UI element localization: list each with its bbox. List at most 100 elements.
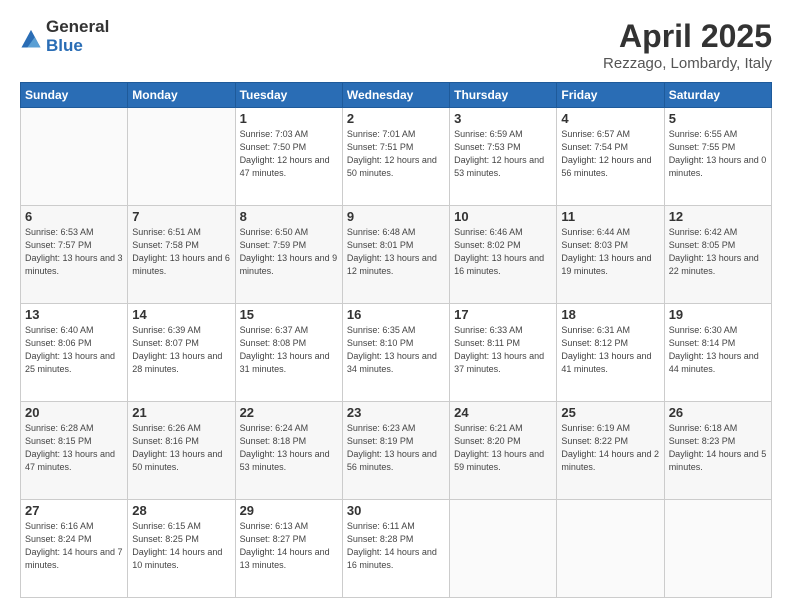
- header-wednesday: Wednesday: [342, 83, 449, 108]
- day-number: 13: [25, 307, 123, 322]
- day-info: Sunrise: 6:48 AM Sunset: 8:01 PM Dayligh…: [347, 226, 445, 278]
- day-info: Sunrise: 6:15 AM Sunset: 8:25 PM Dayligh…: [132, 520, 230, 572]
- calendar-cell: 29 Sunrise: 6:13 AM Sunset: 8:27 PM Dayli…: [235, 500, 342, 598]
- logo-blue-text: Blue: [46, 37, 109, 56]
- header-monday: Monday: [128, 83, 235, 108]
- calendar-cell: 22 Sunrise: 6:24 AM Sunset: 8:18 PM Dayli…: [235, 402, 342, 500]
- header-friday: Friday: [557, 83, 664, 108]
- day-info: Sunrise: 6:26 AM Sunset: 8:16 PM Dayligh…: [132, 422, 230, 474]
- header-sunday: Sunday: [21, 83, 128, 108]
- day-info: Sunrise: 6:11 AM Sunset: 8:28 PM Dayligh…: [347, 520, 445, 572]
- day-number: 20: [25, 405, 123, 420]
- day-info: Sunrise: 6:35 AM Sunset: 8:10 PM Dayligh…: [347, 324, 445, 376]
- day-number: 3: [454, 111, 552, 126]
- day-number: 10: [454, 209, 552, 224]
- calendar-cell: 26Sunrise: 6:18 AM Sunset: 8:23 PM Dayli…: [664, 402, 771, 500]
- day-info: Sunrise: 6:59 AM Sunset: 7:53 PM Dayligh…: [454, 128, 552, 180]
- calendar-week-3: 13Sunrise: 6:40 AM Sunset: 8:06 PM Dayli…: [21, 304, 772, 402]
- day-number: 24: [454, 405, 552, 420]
- day-info: Sunrise: 6:39 AM Sunset: 8:07 PM Dayligh…: [132, 324, 230, 376]
- calendar-cell: 17 Sunrise: 6:33 AM Sunset: 8:11 PM Dayli…: [450, 304, 557, 402]
- calendar-cell: 13Sunrise: 6:40 AM Sunset: 8:06 PM Dayli…: [21, 304, 128, 402]
- header-saturday: Saturday: [664, 83, 771, 108]
- title-block: April 2025 Rezzago, Lombardy, Italy: [603, 18, 772, 72]
- calendar-cell: 25Sunrise: 6:19 AM Sunset: 8:22 PM Dayli…: [557, 402, 664, 500]
- day-number: 18: [561, 307, 659, 322]
- weekday-header-row: Sunday Monday Tuesday Wednesday Thursday…: [21, 83, 772, 108]
- day-info: Sunrise: 6:19 AM Sunset: 8:22 PM Dayligh…: [561, 422, 659, 474]
- calendar-cell: 4 Sunrise: 6:57 AM Sunset: 7:54 PM Daylig…: [557, 108, 664, 206]
- calendar-body: 1 Sunrise: 7:03 AM Sunset: 7:50 PM Daylig…: [21, 108, 772, 598]
- calendar-cell: 3 Sunrise: 6:59 AM Sunset: 7:53 PM Daylig…: [450, 108, 557, 206]
- calendar-cell: 19 Sunrise: 6:30 AM Sunset: 8:14 PM Dayli…: [664, 304, 771, 402]
- day-info: Sunrise: 6:33 AM Sunset: 8:11 PM Dayligh…: [454, 324, 552, 376]
- day-number: 14: [132, 307, 230, 322]
- calendar-cell: 21 Sunrise: 6:26 AM Sunset: 8:16 PM Dayli…: [128, 402, 235, 500]
- day-info: Sunrise: 6:55 AM Sunset: 7:55 PM Dayligh…: [669, 128, 767, 180]
- header-tuesday: Tuesday: [235, 83, 342, 108]
- calendar-cell: 14 Sunrise: 6:39 AM Sunset: 8:07 PM Dayli…: [128, 304, 235, 402]
- day-number: 23: [347, 405, 445, 420]
- logo: General Blue: [20, 18, 109, 55]
- day-info: Sunrise: 6:30 AM Sunset: 8:14 PM Dayligh…: [669, 324, 767, 376]
- day-number: 19: [669, 307, 767, 322]
- calendar-cell: 12 Sunrise: 6:42 AM Sunset: 8:05 PM Dayli…: [664, 206, 771, 304]
- day-info: Sunrise: 6:42 AM Sunset: 8:05 PM Dayligh…: [669, 226, 767, 278]
- calendar-cell: 8Sunrise: 6:50 AM Sunset: 7:59 PM Daylig…: [235, 206, 342, 304]
- day-number: 9: [347, 209, 445, 224]
- day-info: Sunrise: 6:51 AM Sunset: 7:58 PM Dayligh…: [132, 226, 230, 278]
- header-thursday: Thursday: [450, 83, 557, 108]
- calendar-cell: [21, 108, 128, 206]
- day-info: Sunrise: 6:46 AM Sunset: 8:02 PM Dayligh…: [454, 226, 552, 278]
- day-number: 29: [240, 503, 338, 518]
- day-info: Sunrise: 6:21 AM Sunset: 8:20 PM Dayligh…: [454, 422, 552, 474]
- day-info: Sunrise: 7:01 AM Sunset: 7:51 PM Dayligh…: [347, 128, 445, 180]
- calendar-cell: 9 Sunrise: 6:48 AM Sunset: 8:01 PM Daylig…: [342, 206, 449, 304]
- day-number: 1: [240, 111, 338, 126]
- calendar-cell: 2 Sunrise: 7:01 AM Sunset: 7:51 PM Daylig…: [342, 108, 449, 206]
- day-info: Sunrise: 6:31 AM Sunset: 8:12 PM Dayligh…: [561, 324, 659, 376]
- calendar-cell: [664, 500, 771, 598]
- day-number: 6: [25, 209, 123, 224]
- day-number: 2: [347, 111, 445, 126]
- day-number: 17: [454, 307, 552, 322]
- day-info: Sunrise: 6:57 AM Sunset: 7:54 PM Dayligh…: [561, 128, 659, 180]
- day-number: 21: [132, 405, 230, 420]
- day-info: Sunrise: 6:28 AM Sunset: 8:15 PM Dayligh…: [25, 422, 123, 474]
- calendar-cell: 24 Sunrise: 6:21 AM Sunset: 8:20 PM Dayli…: [450, 402, 557, 500]
- day-info: Sunrise: 6:13 AM Sunset: 8:27 PM Dayligh…: [240, 520, 338, 572]
- calendar-cell: 28 Sunrise: 6:15 AM Sunset: 8:25 PM Dayli…: [128, 500, 235, 598]
- day-number: 28: [132, 503, 230, 518]
- logo-icon: [20, 27, 42, 49]
- day-number: 8: [240, 209, 338, 224]
- day-number: 26: [669, 405, 767, 420]
- day-number: 11: [561, 209, 659, 224]
- logo-general-text: General: [46, 18, 109, 37]
- day-number: 22: [240, 405, 338, 420]
- logo-text: General Blue: [46, 18, 109, 55]
- calendar-table: Sunday Monday Tuesday Wednesday Thursday…: [20, 82, 772, 598]
- day-number: 4: [561, 111, 659, 126]
- calendar-cell: 10 Sunrise: 6:46 AM Sunset: 8:02 PM Dayli…: [450, 206, 557, 304]
- calendar-cell: 1 Sunrise: 7:03 AM Sunset: 7:50 PM Daylig…: [235, 108, 342, 206]
- calendar-header: Sunday Monday Tuesday Wednesday Thursday…: [21, 83, 772, 108]
- page: General Blue April 2025 Rezzago, Lombard…: [0, 0, 792, 612]
- day-number: 12: [669, 209, 767, 224]
- day-number: 30: [347, 503, 445, 518]
- day-number: 27: [25, 503, 123, 518]
- calendar-cell: 5Sunrise: 6:55 AM Sunset: 7:55 PM Daylig…: [664, 108, 771, 206]
- day-info: Sunrise: 6:53 AM Sunset: 7:57 PM Dayligh…: [25, 226, 123, 278]
- day-info: Sunrise: 6:44 AM Sunset: 8:03 PM Dayligh…: [561, 226, 659, 278]
- day-number: 7: [132, 209, 230, 224]
- calendar-cell: [557, 500, 664, 598]
- calendar-cell: 18 Sunrise: 6:31 AM Sunset: 8:12 PM Dayli…: [557, 304, 664, 402]
- calendar-cell: [450, 500, 557, 598]
- calendar-title: April 2025: [603, 18, 772, 55]
- calendar-week-2: 6 Sunrise: 6:53 AM Sunset: 7:57 PM Daylig…: [21, 206, 772, 304]
- day-info: Sunrise: 7:03 AM Sunset: 7:50 PM Dayligh…: [240, 128, 338, 180]
- calendar-cell: 20 Sunrise: 6:28 AM Sunset: 8:15 PM Dayli…: [21, 402, 128, 500]
- calendar-cell: 11 Sunrise: 6:44 AM Sunset: 8:03 PM Dayli…: [557, 206, 664, 304]
- calendar-location: Rezzago, Lombardy, Italy: [603, 55, 772, 72]
- day-info: Sunrise: 6:24 AM Sunset: 8:18 PM Dayligh…: [240, 422, 338, 474]
- day-info: Sunrise: 6:23 AM Sunset: 8:19 PM Dayligh…: [347, 422, 445, 474]
